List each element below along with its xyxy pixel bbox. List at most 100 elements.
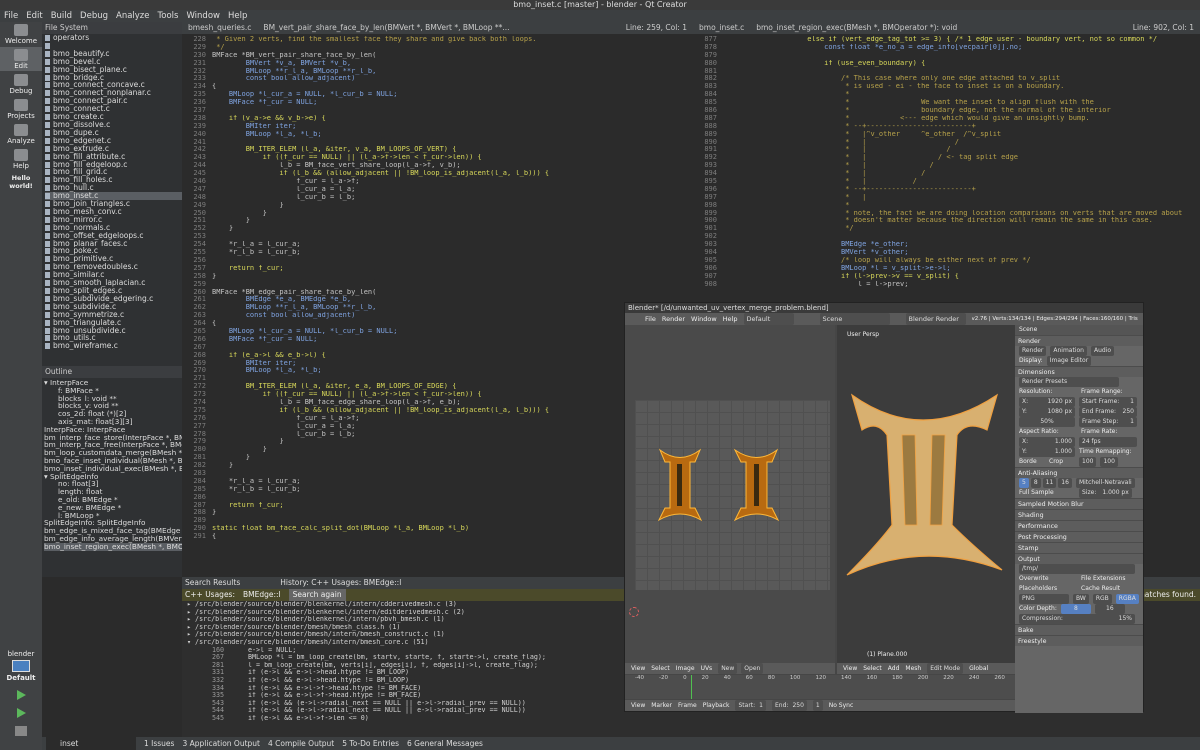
output-path-field[interactable]: /tmp/ xyxy=(1019,564,1135,574)
end-frame-field[interactable]: End Frame: 250 xyxy=(1079,407,1137,417)
file-item[interactable]: bmo_inset.c xyxy=(45,192,182,201)
render-button[interactable]: Render xyxy=(1019,346,1047,356)
file-item[interactable]: bmo_create.c xyxy=(45,113,182,121)
audio-button[interactable]: Audio xyxy=(1090,346,1115,356)
menu-help[interactable]: Help xyxy=(224,10,251,22)
res-percent-field[interactable]: 50% xyxy=(1019,417,1075,427)
status-pane-button[interactable]: 5 To-Do Entries xyxy=(342,737,399,750)
search-result[interactable]: 545 if (e->l && e->l->f->len <= 0) xyxy=(212,715,1200,723)
mode-projects[interactable]: Projects xyxy=(0,97,42,121)
filesystem-header[interactable]: File System xyxy=(42,22,182,34)
file-item[interactable]: bmo_split_edges.c xyxy=(45,287,182,295)
file-item[interactable]: bmo_normals.c xyxy=(45,224,182,232)
frame-step-field[interactable]: Frame Step: 1 xyxy=(1079,417,1137,427)
aa-samples-8[interactable]: 8 xyxy=(1030,478,1041,488)
file-item[interactable]: bmo_extrude.c xyxy=(45,145,182,153)
aspect-y-field[interactable]: Y: 1.000 xyxy=(1019,447,1075,457)
code-editor-left[interactable]: bmesh_queries.c BM_vert_pair_share_face_b… xyxy=(182,22,693,577)
timeline[interactable]: -40 -20 0 20 40 60 80 100 120 140 160 180 200 220 240 2… xyxy=(625,675,1015,699)
menu-file[interactable]: File xyxy=(0,10,22,22)
uv-menu-view[interactable]: View xyxy=(631,663,645,674)
timeline-menu-frame[interactable]: Frame xyxy=(678,700,697,711)
mode-edit[interactable]: Edit xyxy=(0,47,42,71)
file-item[interactable]: bmo_fill_grid.c xyxy=(45,168,182,176)
mode-welcome[interactable]: Welcome xyxy=(0,22,42,46)
outline-item[interactable]: bm_interp_face_free(InterpFace *, BMesh xyxy=(44,441,182,449)
aa-samples-16[interactable]: 16 xyxy=(1058,478,1072,488)
depth-8-button[interactable]: 8 xyxy=(1060,604,1091,614)
aspect-x-field[interactable]: X: 1.000 xyxy=(1019,437,1075,447)
3d-viewport[interactable]: User Persp (1) Plane.000 xyxy=(837,325,1015,663)
border-checkbox[interactable]: Borde xyxy=(1019,457,1045,467)
render-section[interactable]: Render xyxy=(1015,335,1143,346)
outline-item[interactable]: bmo_inset_individual_exec(BMesh *, BMOp xyxy=(44,465,182,473)
aa-filter-select[interactable]: Mitchell-Netravali xyxy=(1075,478,1135,488)
bake-section[interactable]: Bake xyxy=(1015,624,1143,635)
search-again-button[interactable]: Search again xyxy=(288,589,346,601)
format-select[interactable]: PNG xyxy=(1019,594,1069,604)
outline-item[interactable]: axis_mat: float[3][3] xyxy=(44,418,182,426)
uv-menu-select[interactable]: Select xyxy=(651,663,670,674)
file-item[interactable]: bmo_bridge.c xyxy=(45,74,182,82)
compression-field[interactable]: Compression: 15% xyxy=(1019,614,1135,624)
res-x-field[interactable]: X: 1920 px xyxy=(1019,397,1075,407)
menu-build[interactable]: Build xyxy=(47,10,76,22)
file-tab[interactable]: bmo_inset.c xyxy=(693,22,750,34)
file-item[interactable]: bmo_offset_edgeloops.c xyxy=(45,232,182,240)
file-tab[interactable]: bmesh_queries.c xyxy=(182,22,257,34)
outline-item[interactable]: bm_loop_customdata_merge(BMesh *, BMEd xyxy=(44,449,182,457)
debug-run-icon[interactable] xyxy=(16,708,26,718)
view3d-menu-view[interactable]: View xyxy=(843,663,857,674)
file-item[interactable]: bmo_bevel.c xyxy=(45,58,182,66)
outline-item[interactable]: blocks_v: void ** xyxy=(44,402,182,410)
outline-item[interactable]: bmo_face_inset_individual(BMesh *, BMOp xyxy=(44,457,182,465)
outline-item[interactable]: bmo_inset_region_exec(BMesh *, BMOper xyxy=(44,542,182,551)
outline-item[interactable]: e_new: BMEdge * xyxy=(44,504,182,512)
depth-16-button[interactable]: 16 xyxy=(1094,604,1125,614)
file-item[interactable]: bmo_connect_pair.c xyxy=(45,97,182,105)
menu-analyze[interactable]: Analyze xyxy=(112,10,154,22)
file-item[interactable]: bmo_hull.c xyxy=(45,184,182,192)
hello-world-project[interactable]: Hello world! xyxy=(0,172,42,196)
uv-open-button[interactable]: Open xyxy=(741,663,764,674)
uv-new-button[interactable]: New xyxy=(718,663,738,674)
blender-menu-help[interactable]: Help xyxy=(723,313,738,325)
rgb-button[interactable]: RGB xyxy=(1092,594,1112,604)
outline-item[interactable]: bm_interp_face_store(InterpFace *, BMesh xyxy=(44,434,182,442)
menu-edit[interactable]: Edit xyxy=(22,10,46,22)
placeholders-checkbox[interactable]: Placeholders xyxy=(1019,584,1077,594)
outline-item[interactable]: bm_edge_is_mixed_face_tag(BMEdge *) xyxy=(44,527,182,535)
fps-select[interactable]: 24 fps xyxy=(1079,437,1137,447)
locator-input[interactable]: inset xyxy=(46,737,136,750)
menu-debug[interactable]: Debug xyxy=(76,10,112,22)
output-section[interactable]: Output xyxy=(1015,553,1143,564)
status-pane-button[interactable]: 4 Compile Output xyxy=(268,737,334,750)
rgba-button[interactable]: RGBA xyxy=(1115,594,1139,604)
menu-tools[interactable]: Tools xyxy=(154,10,183,22)
mode-analyze[interactable]: Analyze xyxy=(0,122,42,146)
run-icon[interactable] xyxy=(16,690,26,700)
timeline-menu-playback[interactable]: Playback xyxy=(703,700,730,711)
layout-select[interactable]: Default xyxy=(743,313,794,325)
file-item[interactable]: bmo_connect_nonplanar.c xyxy=(45,89,182,97)
outline-item[interactable]: cos_2d: float (*)[2] xyxy=(44,410,182,418)
outline-header[interactable]: Outline xyxy=(42,366,182,378)
outline-item[interactable]: InterpFace: InterpFace xyxy=(44,426,182,434)
file-item[interactable]: bmo_subdivide_edgering.c xyxy=(45,295,182,303)
view3d-menu-mesh[interactable]: Mesh xyxy=(905,663,921,674)
animation-button[interactable]: Animation xyxy=(1050,346,1087,356)
post-processing-section[interactable]: Post Processing xyxy=(1015,531,1143,542)
code-view-left[interactable]: 228 * Given 2 verts, find the smallest f… xyxy=(182,34,693,541)
blender-menu-render[interactable]: Render xyxy=(662,313,685,325)
outline-item[interactable]: ▾ InterpFace xyxy=(44,379,182,387)
end-field[interactable]: End: 250 xyxy=(772,700,807,711)
global-label[interactable]: Global xyxy=(969,663,988,674)
file-item[interactable]: bmo_mesh_conv.c xyxy=(45,208,182,216)
uv-menu-uvs[interactable]: UVs xyxy=(701,663,713,674)
edit-mode-select[interactable]: Edit Mode xyxy=(927,663,964,674)
outline-item[interactable]: ▾ SplitEdgeInfo xyxy=(44,473,182,481)
menu-window[interactable]: Window xyxy=(182,10,224,22)
outline-item[interactable]: no: float[3] xyxy=(44,480,182,488)
file-item[interactable]: bmo_unsubdivide.c xyxy=(45,327,182,335)
outline-item[interactable]: e_old: BMEdge * xyxy=(44,496,182,504)
